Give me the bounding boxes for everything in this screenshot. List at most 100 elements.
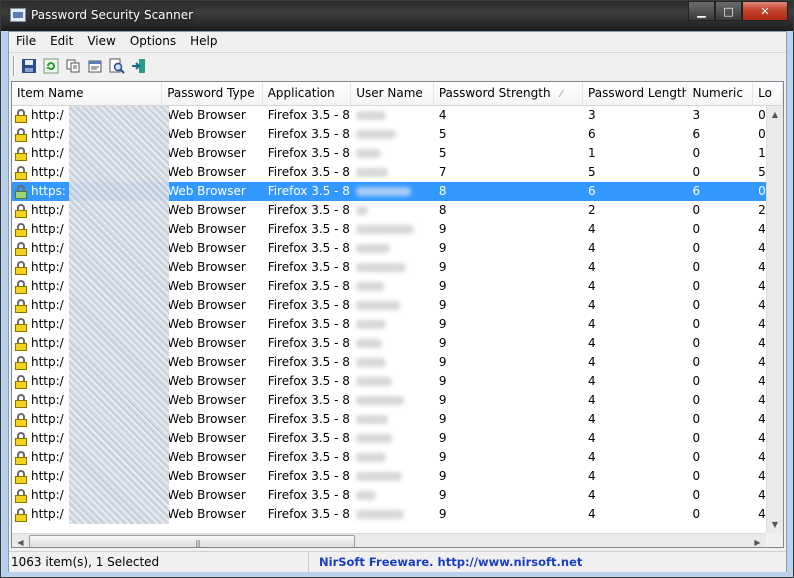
cell-numeric: 0 bbox=[692, 165, 701, 179]
scroll-right-icon[interactable]: ▶ bbox=[749, 534, 766, 547]
cell-password-strength: 4 bbox=[438, 108, 447, 122]
item-name-text: http:/ bbox=[31, 412, 64, 426]
column-header-password-type[interactable]: Password Type bbox=[162, 82, 263, 106]
cell-user-name bbox=[351, 410, 434, 429]
lock-icon bbox=[15, 260, 27, 275]
redacted-user-name bbox=[356, 111, 387, 120]
cell-password-length: 4 bbox=[588, 450, 596, 464]
column-header-lo[interactable]: Lo bbox=[753, 82, 783, 106]
cell-application: Firefox 3.5 - 8 bbox=[267, 507, 350, 521]
cell-numeric: 0 bbox=[692, 431, 701, 445]
cell-application: Firefox 3.5 - 8 bbox=[267, 127, 350, 141]
redacted-user-name bbox=[356, 206, 369, 215]
cell-numeric: 0 bbox=[692, 241, 701, 255]
cell-password-strength: 9 bbox=[438, 507, 447, 521]
column-header-password-length[interactable]: Password Length bbox=[583, 82, 688, 106]
title-bar[interactable]: Password Security Scanner ▁ □ ✕ bbox=[1, 1, 793, 31]
cell-application: Firefox 3.5 - 8 bbox=[267, 184, 350, 198]
cell-user-name bbox=[351, 467, 434, 486]
cell-password-length: 4 bbox=[588, 336, 596, 350]
cell-application: Firefox 3.5 - 8 bbox=[267, 374, 350, 388]
horizontal-scroll-thumb[interactable]: ||| bbox=[29, 535, 355, 547]
cell-numeric: 0 bbox=[692, 393, 701, 407]
save-button[interactable] bbox=[18, 55, 40, 77]
redacted-user-name bbox=[356, 130, 397, 139]
minimize-button[interactable]: ▁ bbox=[688, 1, 715, 21]
cell-password-length: 5 bbox=[588, 165, 596, 179]
exit-button[interactable] bbox=[128, 55, 150, 77]
cell-password-type: Web Browser bbox=[167, 184, 246, 198]
menu-help[interactable]: Help bbox=[183, 32, 224, 51]
cell-password-length: 4 bbox=[588, 355, 596, 369]
redacted-user-name bbox=[356, 377, 393, 386]
cell-password-strength: 9 bbox=[438, 279, 447, 293]
cell-password-strength: 9 bbox=[438, 317, 447, 331]
list-header: Item Name Password Type Application User… bbox=[12, 82, 783, 106]
lock-icon bbox=[15, 127, 27, 142]
item-name-text: http:/ bbox=[31, 203, 64, 217]
column-header-user-name[interactable]: User Name bbox=[351, 82, 434, 106]
cell-numeric: 0 bbox=[692, 146, 701, 160]
cell-application: Firefox 3.5 - 8 bbox=[267, 469, 350, 483]
close-button[interactable]: ✕ bbox=[742, 1, 788, 21]
cell-user-name bbox=[351, 201, 434, 220]
horizontal-scrollbar[interactable]: ◀ ||| ▶ bbox=[12, 533, 783, 547]
cell-password-type: Web Browser bbox=[167, 450, 246, 464]
scroll-up-icon[interactable]: ▲ bbox=[767, 106, 783, 123]
cell-numeric: 0 bbox=[692, 260, 701, 274]
maximize-button[interactable]: □ bbox=[715, 1, 742, 21]
cell-password-type: Web Browser bbox=[167, 507, 246, 521]
find-button[interactable] bbox=[106, 55, 128, 77]
cell-application: Firefox 3.5 - 8 bbox=[267, 241, 350, 255]
column-header-item-name[interactable]: Item Name bbox=[12, 82, 163, 106]
lock-icon bbox=[15, 108, 27, 123]
column-header-numeric[interactable]: Numeric bbox=[687, 82, 754, 106]
refresh-button[interactable] bbox=[40, 55, 62, 77]
cell-password-type: Web Browser bbox=[167, 393, 246, 407]
cell-numeric: 0 bbox=[692, 355, 701, 369]
status-bar: 1063 item(s), 1 Selected NirSoft Freewar… bbox=[9, 551, 786, 572]
cell-password-strength: 8 bbox=[438, 184, 447, 198]
menu-edit[interactable]: Edit bbox=[43, 32, 80, 51]
vertical-scrollbar[interactable]: ▲ ▼ bbox=[766, 106, 783, 533]
menu-file[interactable]: File bbox=[9, 32, 43, 51]
toolbar-grip bbox=[13, 55, 15, 76]
nirsoft-link[interactable]: NirSoft Freeware. http://www.nirsoft.net bbox=[309, 552, 582, 572]
sort-arrow-icon: ⁄ bbox=[560, 89, 563, 100]
cell-numeric: 0 bbox=[692, 222, 701, 236]
scroll-left-icon[interactable]: ◀ bbox=[12, 534, 29, 547]
cell-numeric: 0 bbox=[692, 469, 701, 483]
properties-button[interactable] bbox=[84, 55, 106, 77]
cell-password-type: Web Browser bbox=[167, 431, 246, 445]
copy-button[interactable] bbox=[62, 55, 84, 77]
cell-user-name bbox=[351, 125, 434, 144]
redacted-user-name bbox=[356, 510, 405, 519]
scroll-down-icon[interactable]: ▼ bbox=[767, 516, 783, 533]
cell-numeric: 0 bbox=[692, 298, 701, 312]
cell-password-type: Web Browser bbox=[167, 222, 246, 236]
menu-view[interactable]: View bbox=[80, 32, 122, 51]
redacted-user-name bbox=[356, 339, 383, 348]
lock-icon bbox=[15, 374, 27, 389]
cell-password-type: Web Browser bbox=[167, 298, 246, 312]
cell-user-name bbox=[351, 391, 434, 410]
redacted-user-name bbox=[356, 453, 387, 462]
cell-password-strength: 9 bbox=[438, 488, 447, 502]
cell-password-length: 4 bbox=[588, 317, 596, 331]
password-list[interactable]: Item Name Password Type Application User… bbox=[11, 81, 784, 548]
redacted-user-name bbox=[356, 225, 415, 234]
item-name-text: http:/ bbox=[31, 488, 64, 502]
cell-user-name bbox=[351, 220, 434, 239]
lock-icon bbox=[15, 507, 27, 522]
menu-options[interactable]: Options bbox=[123, 32, 183, 51]
column-header-password-strength[interactable]: Password Strength ⁄ bbox=[434, 82, 584, 106]
item-name-text: http:/ bbox=[31, 393, 64, 407]
column-header-application[interactable]: Application bbox=[263, 82, 352, 106]
cell-numeric: 0 bbox=[692, 412, 701, 426]
refresh-icon bbox=[43, 58, 59, 73]
cell-application: Firefox 3.5 - 8 bbox=[267, 165, 350, 179]
redacted-user-name bbox=[356, 301, 401, 310]
item-name-text: http:/ bbox=[31, 165, 64, 179]
cell-password-length: 4 bbox=[588, 393, 596, 407]
cell-numeric: 0 bbox=[692, 488, 701, 502]
